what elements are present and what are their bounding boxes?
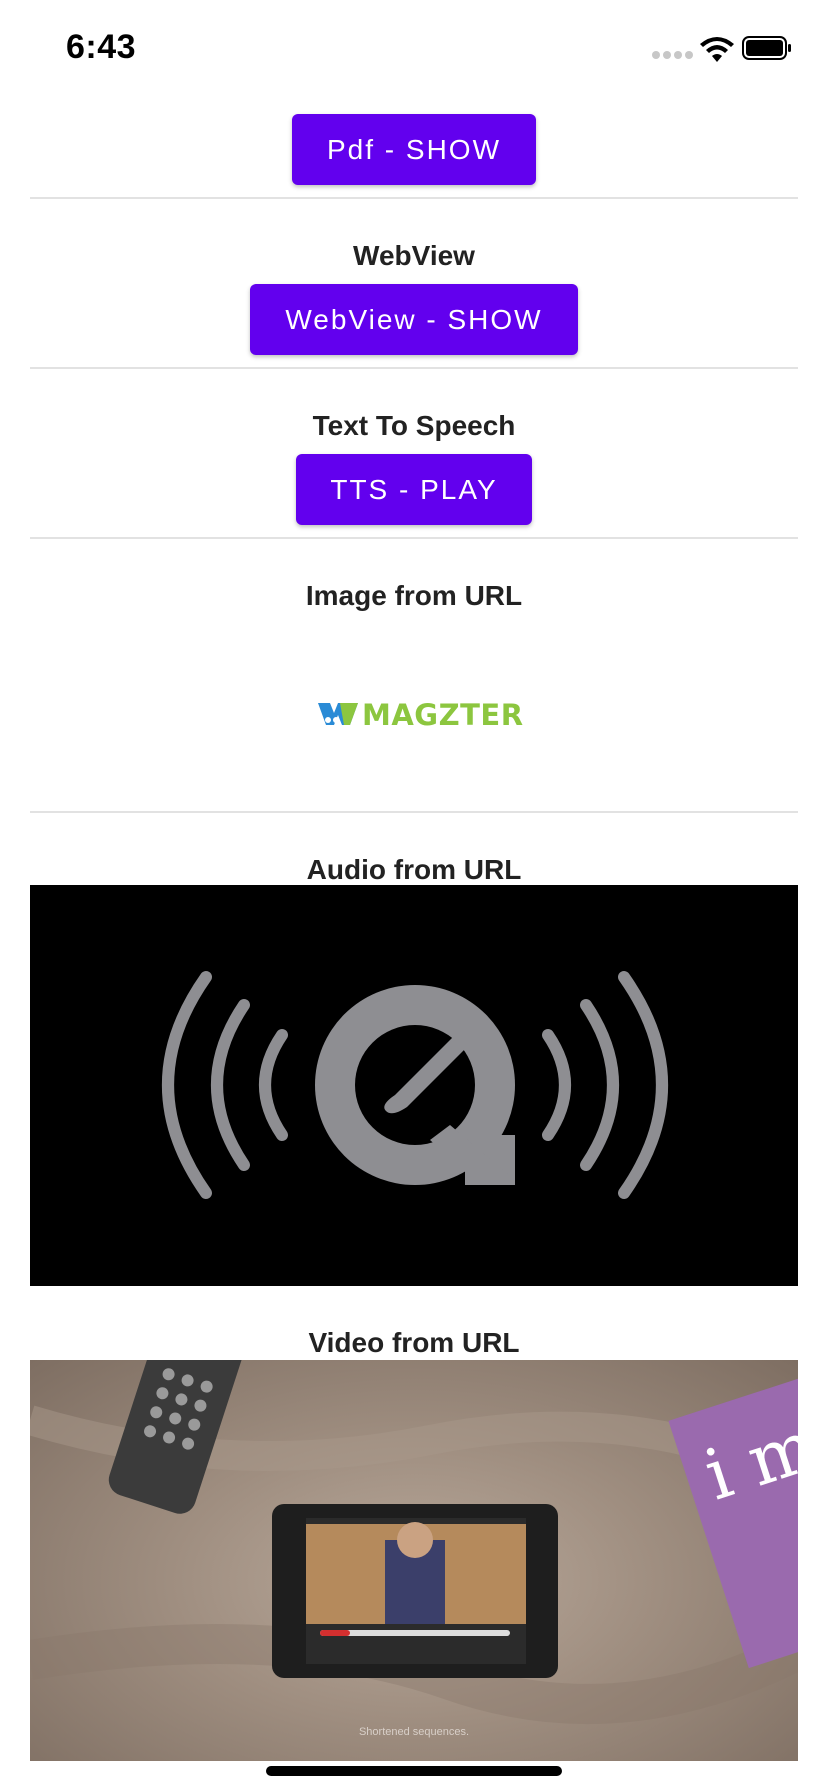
divider [30, 367, 798, 369]
audio-title: Audio from URL [306, 854, 522, 885]
webview-show-button[interactable]: WebView - SHOW [250, 284, 578, 355]
magzter-logo-icon [318, 703, 358, 725]
video-frame-illustration: i m Shortened sequences. [30, 1360, 798, 1738]
audio-player[interactable] [30, 885, 798, 1286]
battery-icon [742, 36, 791, 60]
home-indicator[interactable] [266, 1766, 562, 1776]
video-title: Video from URL [308, 1327, 520, 1358]
divider [30, 537, 798, 539]
divider [30, 197, 798, 199]
image-title: Image from URL [305, 580, 523, 611]
pdf-title-clipped [30, 80, 798, 100]
divider [30, 811, 798, 813]
tts-title: Text To Speech [312, 410, 516, 441]
cellular-signal-icon [652, 46, 696, 64]
wifi-icon [700, 37, 734, 62]
tts-play-button[interactable]: TTS - PLAY [296, 454, 532, 525]
magzter-logo: MAGZTER [318, 698, 523, 732]
quicktime-audio-icon [162, 971, 668, 1199]
video-caption: Shortened sequences. [359, 1726, 469, 1738]
video-player[interactable]: i m Shortened sequences. [30, 1360, 798, 1761]
pdf-show-button[interactable]: Pdf - SHOW [292, 114, 536, 185]
webview-title: WebView [353, 240, 475, 271]
status-time: 6:43 [66, 28, 137, 66]
magzter-logo-text: MAGZTER [362, 698, 524, 732]
